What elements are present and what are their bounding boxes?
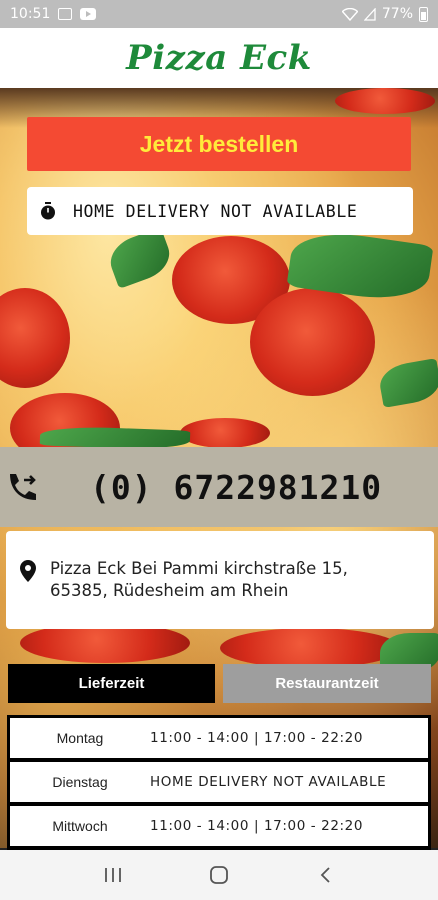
app-header: Pizza Eck	[0, 28, 438, 88]
time-value: HOME DELIVERY NOT AVAILABLE	[150, 774, 387, 790]
battery-percent: 77%	[381, 6, 413, 22]
back-icon	[320, 867, 330, 883]
address-card[interactable]: Pizza Eck Bei Pammi kirchstraße 15, 6538…	[6, 531, 434, 629]
logo: Pizza Eck	[126, 38, 312, 78]
order-now-button[interactable]: Jetzt bestellen	[27, 117, 411, 171]
phone-number[interactable]: (0) 6722981210	[90, 468, 382, 507]
delivery-status-card: HOME DELIVERY NOT AVAILABLE	[27, 187, 413, 235]
address-line-2: 65385, Rüdesheim am Rhein	[50, 581, 289, 600]
back-button[interactable]	[305, 860, 345, 890]
home-icon	[210, 866, 228, 884]
address-line-1: Pizza Eck Bei Pammi kirchstraße 15,	[50, 559, 348, 578]
day-label: Montag	[56, 730, 104, 746]
status-bar: 10:51 77%	[0, 0, 438, 28]
day-label: Dienstag	[52, 774, 108, 790]
time-value: 11:00 - 14:00 | 17:00 - 22:20	[150, 818, 364, 834]
status-time: 10:51	[10, 6, 51, 22]
system-nav-bar	[0, 850, 438, 900]
day-label: Mittwoch	[52, 818, 108, 834]
tab-delivery-time[interactable]: Lieferzeit	[8, 664, 215, 703]
signal-icon	[363, 7, 376, 21]
tab-restaurant-time[interactable]: Restaurantzeit	[223, 664, 431, 703]
image-icon	[58, 8, 73, 20]
table-row: Montag 11:00 - 14:00 | 17:00 - 22:20	[10, 718, 428, 758]
time-value: 11:00 - 14:00 | 17:00 - 22:20	[150, 730, 364, 746]
phone-forward-icon	[10, 474, 36, 500]
wifi-icon	[341, 7, 358, 21]
home-button[interactable]	[199, 860, 239, 890]
hours-table: Montag 11:00 - 14:00 | 17:00 - 22:20 Die…	[7, 715, 431, 855]
table-row: Mittwoch 11:00 - 14:00 | 17:00 - 22:20	[10, 806, 428, 846]
delivery-status-text: HOME DELIVERY NOT AVAILABLE	[73, 201, 358, 221]
recent-apps-icon	[105, 868, 121, 882]
table-row: Dienstag HOME DELIVERY NOT AVAILABLE	[10, 762, 428, 802]
youtube-icon	[80, 8, 97, 20]
location-pin-icon	[20, 560, 36, 582]
address-text: Pizza Eck Bei Pammi kirchstraße 15, 6538…	[50, 558, 348, 602]
battery-icon	[419, 6, 428, 22]
phone-band[interactable]: (0) 6722981210	[0, 447, 438, 527]
timer-icon	[41, 202, 55, 220]
recent-apps-button[interactable]	[93, 860, 133, 890]
